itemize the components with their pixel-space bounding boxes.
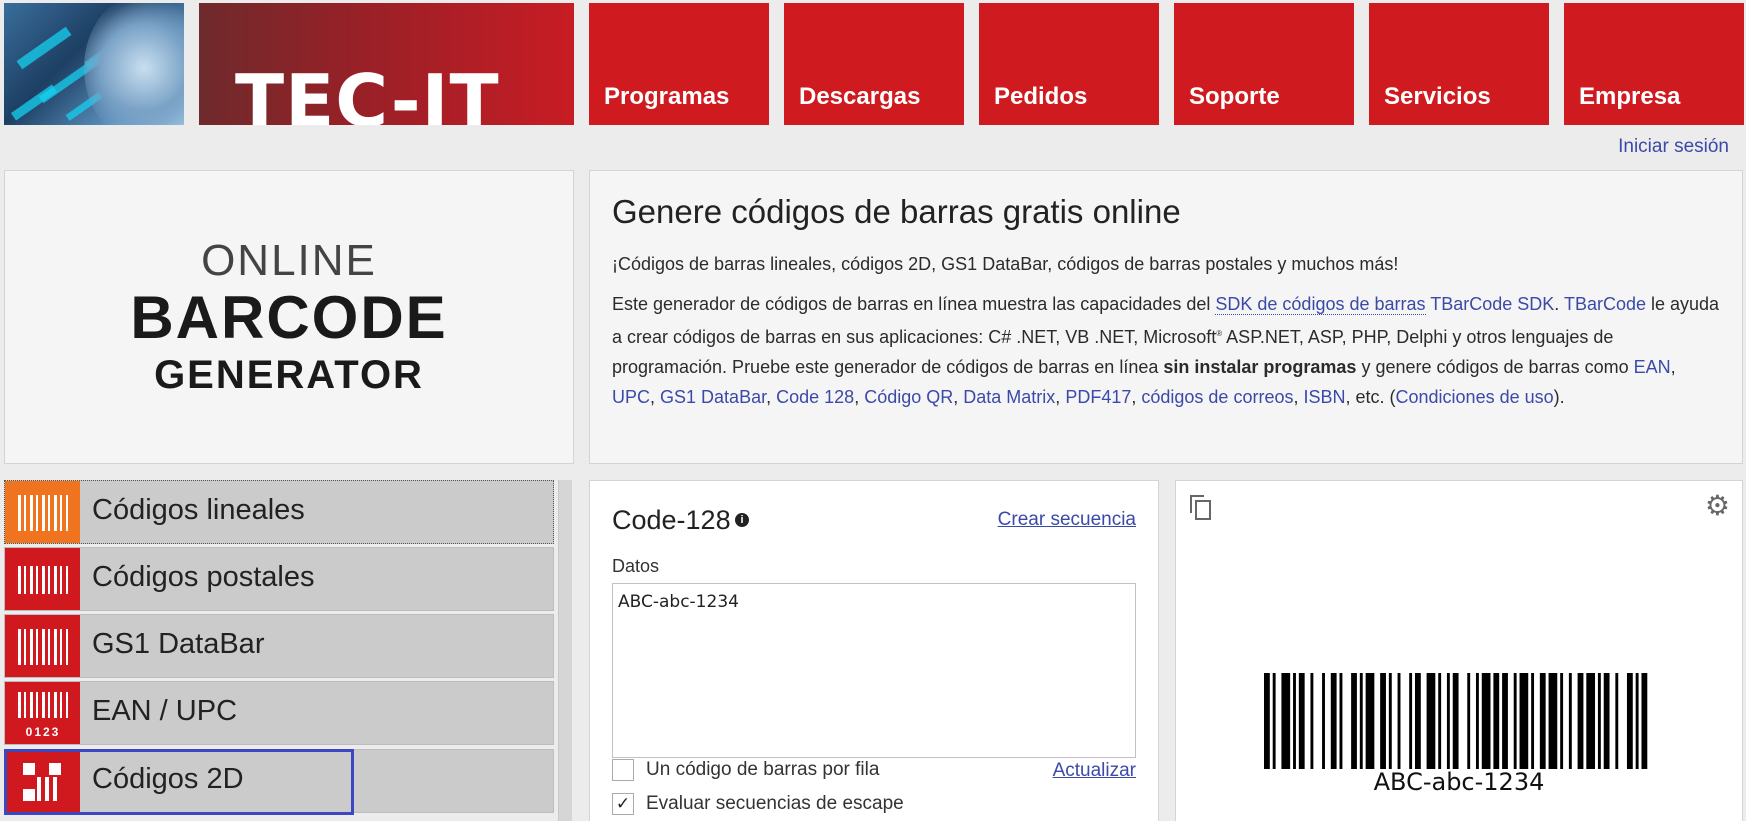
nav-servicios[interactable]: Servicios — [1369, 3, 1549, 125]
update-link[interactable]: Actualizar — [1053, 760, 1136, 782]
category-label: Códigos postales — [92, 561, 315, 593]
link-upc[interactable]: UPC — [612, 387, 650, 407]
barcode-preview-panel: ⚙ ABC-abc-1234 — [1175, 480, 1743, 821]
logo-barcode: BARCODE — [130, 284, 448, 351]
create-sequence-link[interactable]: Crear secuencia — [998, 509, 1136, 531]
selection-highlight — [4, 749, 354, 815]
logo-online: ONLINE — [201, 236, 377, 285]
barcode-human-readable: ABC-abc-1234 — [1373, 768, 1545, 796]
category-label: Códigos lineales — [92, 494, 305, 526]
info-icon[interactable]: i — [735, 512, 750, 527]
postal-barcode-icon — [5, 548, 80, 610]
one-per-row-checkbox[interactable] — [612, 759, 634, 781]
category-scrollbar[interactable] — [558, 480, 572, 821]
one-per-row-option[interactable]: Un código de barras por fila — [612, 759, 879, 781]
link-postal[interactable]: códigos de correos — [1141, 387, 1293, 407]
link-code128[interactable]: Code 128 — [776, 387, 854, 407]
brand-text: TEC-IT — [235, 59, 500, 125]
category-label: EAN / UPC — [92, 695, 238, 727]
link-isbn[interactable]: ISBN — [1303, 387, 1345, 407]
category-linear[interactable]: Códigos lineales — [4, 480, 554, 544]
nav-soporte[interactable]: Soporte — [1174, 3, 1354, 125]
page-title: Genere códigos de barras gratis online — [612, 193, 1181, 230]
intro-panel: Genere códigos de barras gratis online ¡… — [589, 170, 1743, 464]
ean-upc-icon: 0123 — [5, 682, 80, 744]
intro-body: Este generador de códigos de barras en l… — [612, 294, 1720, 407]
link-terms[interactable]: Condiciones de uso — [1396, 387, 1554, 407]
link-sdk[interactable]: SDK de códigos de barras — [1215, 294, 1426, 315]
intro-lead: ¡Códigos de barras lineales, códigos 2D,… — [612, 254, 1399, 274]
category-gs1-databar[interactable]: GS1 DataBar — [4, 614, 554, 678]
symbology-title: Code-128 — [612, 505, 731, 535]
category-ean-upc[interactable]: 0123 EAN / UPC — [4, 681, 554, 745]
nav-programas[interactable]: Programas — [589, 3, 769, 125]
nav-pedidos[interactable]: Pedidos — [979, 3, 1159, 125]
link-qr[interactable]: Código QR — [864, 387, 953, 407]
escape-sequences-checkbox[interactable]: ✓ — [612, 793, 634, 815]
link-gs1[interactable]: GS1 DataBar — [660, 387, 766, 407]
login-link[interactable]: Iniciar sesión — [1618, 136, 1729, 158]
link-tbarcode[interactable]: TBarCode — [1564, 294, 1646, 314]
gs1-databar-icon — [5, 615, 80, 677]
logo-generator: GENERATOR — [154, 353, 424, 397]
link-datamatrix[interactable]: Data Matrix — [963, 387, 1055, 407]
link-ean[interactable]: EAN — [1634, 357, 1671, 377]
barcode-image — [1264, 673, 1648, 769]
link-tbarcode-sdk[interactable]: TBarCode SDK — [1430, 294, 1554, 314]
online-barcode-generator-logo: ONLINE BARCODE GENERATOR — [4, 170, 574, 464]
linear-barcode-icon — [5, 481, 80, 543]
copy-icon[interactable] — [1190, 495, 1211, 520]
category-label: GS1 DataBar — [92, 628, 265, 660]
tec-it-logo[interactable]: TEC-IT — [199, 3, 574, 125]
barcode-form-panel: Code-128 i Crear secuencia Datos ABC-abc… — [589, 480, 1159, 821]
nav-descargas[interactable]: Descargas — [784, 3, 964, 125]
link-pdf417[interactable]: PDF417 — [1065, 387, 1131, 407]
data-label: Datos — [612, 556, 660, 576]
header-hero-image — [4, 3, 184, 125]
escape-sequences-option[interactable]: ✓ Evaluar secuencias de escape — [612, 793, 904, 815]
category-postal[interactable]: Códigos postales — [4, 547, 554, 611]
gear-icon[interactable]: ⚙ — [1705, 489, 1730, 522]
nav-empresa[interactable]: Empresa — [1564, 3, 1744, 125]
data-textarea[interactable]: ABC-abc-1234 — [612, 583, 1136, 758]
